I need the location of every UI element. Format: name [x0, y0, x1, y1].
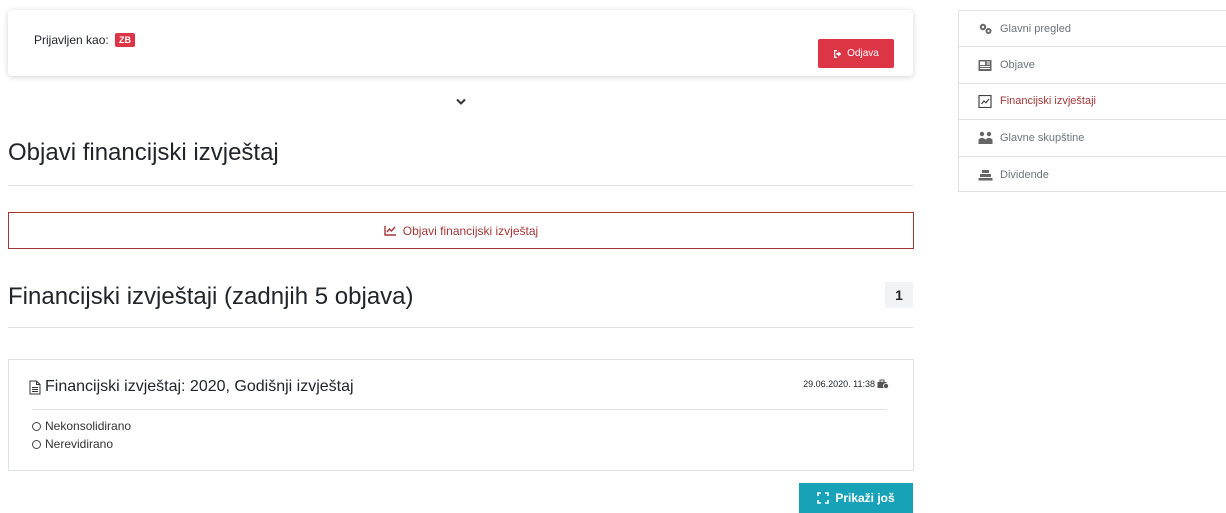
report-status-list: Nekonsolidirano Nerevidirano [32, 417, 131, 453]
sign-out-icon [834, 49, 842, 58]
sidebar-item-label: Dividende [1000, 168, 1049, 181]
report-title: Financijski izvještaj: 2020, Godišnji iz… [45, 378, 354, 395]
logged-in-info: Prijavljen kao: ZB [34, 33, 136, 47]
people-icon [978, 132, 993, 145]
report-date-text: 29.06.2020. 11:38 [803, 379, 875, 389]
sidebar-item-label: Glavni pregled [1000, 22, 1071, 35]
cogs-icon [979, 23, 992, 35]
sidebar-item-label: Financijski izvještaji [1000, 95, 1096, 108]
sidebar-item-label: Glavne skupštine [1000, 131, 1085, 144]
status-label: Nerevidirano [45, 437, 114, 451]
status-item-audit: Nerevidirano [32, 435, 131, 453]
circle-icon [32, 421, 41, 431]
circle-icon [32, 439, 41, 449]
report-title-link[interactable]: Financijski izvještaj: 2020, Godišnji iz… [29, 378, 354, 396]
sidebar-item-label: Objave [1000, 59, 1035, 72]
expand-icon [817, 492, 830, 504]
sidebar-item-glavni-pregled[interactable]: Glavni pregled [959, 11, 1226, 48]
show-more-button[interactable]: Prikaži još [799, 483, 913, 513]
publish-report-label: Objavi financijski izvještaj [402, 223, 539, 238]
show-more-label: Prikaži još [835, 491, 895, 505]
briefcase-clock-icon [877, 379, 889, 389]
sidebar-item-objave[interactable]: Objave [959, 47, 1226, 84]
logged-in-label: Prijavljen kao: [34, 33, 109, 47]
sidebar-item-dividende[interactable]: Dividende [959, 157, 1226, 193]
logout-button[interactable]: Odjava [818, 39, 894, 68]
sidebar-item-financijski-izvjestaji[interactable]: Financijski izvještaji [959, 84, 1226, 121]
report-divider [32, 409, 887, 410]
document-icon [29, 380, 41, 394]
money-stack-icon [978, 170, 993, 181]
publish-section-title: Objavi financijski izvještaj [8, 139, 279, 166]
report-date: 29.06.2020. 11:38 [803, 379, 889, 389]
sidebar-item-glavne-skupstine[interactable]: Glavne skupštine [959, 120, 1226, 157]
reports-section-title: Financijski izvještaji (zadnjih 5 objava… [8, 283, 414, 310]
publish-report-button[interactable]: Objavi financijski izvještaj [8, 212, 914, 249]
status-item-consolidation: Nekonsolidirano [32, 417, 131, 435]
section-divider [8, 185, 913, 186]
login-status-card: Prijavljen kao: ZB Odjava [8, 10, 913, 76]
logout-label: Odjava [847, 48, 879, 59]
user-badge: ZB [115, 33, 136, 47]
chevron-down-icon[interactable] [455, 97, 467, 107]
line-chart-icon [384, 226, 396, 236]
section-divider [8, 327, 913, 328]
newspaper-icon [978, 59, 992, 71]
chart-square-icon [978, 94, 992, 108]
reports-count-badge: 1 [885, 282, 913, 308]
sidebar-nav: Glavni pregled Objave Financijski izvješ… [958, 10, 1226, 192]
status-label: Nekonsolidirano [45, 419, 132, 433]
report-card: Financijski izvještaj: 2020, Godišnji iz… [8, 359, 914, 471]
